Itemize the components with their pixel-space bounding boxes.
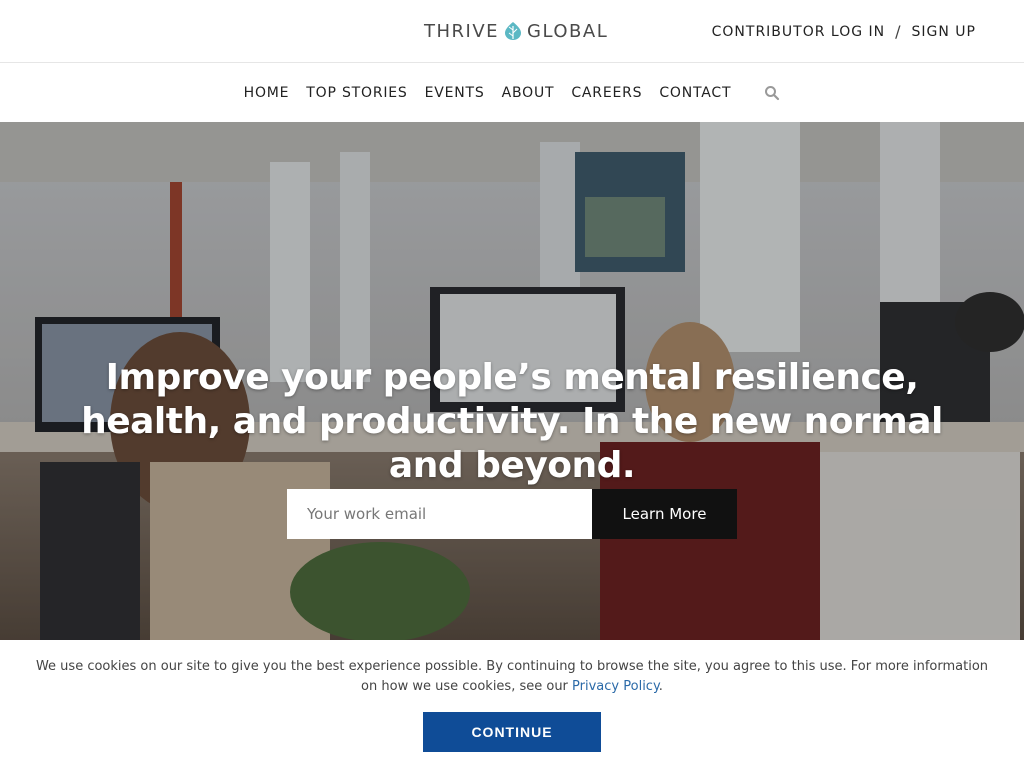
- logo-text-left: THRIVE: [424, 20, 500, 42]
- cookie-message: We use cookies on our site to give you t…: [30, 657, 994, 697]
- cookie-banner: We use cookies on our site to give you t…: [0, 640, 1024, 768]
- nav-item-events[interactable]: EVENTS: [425, 85, 485, 101]
- hero-headline: Improve your people’s mental resilience,…: [81, 357, 943, 486]
- nav-item-top-stories[interactable]: TOP STORIES: [306, 85, 407, 101]
- hero-section: Improve your people’s mental resilience,…: [0, 122, 1024, 640]
- logo-mark-icon: [505, 22, 522, 40]
- learn-more-button[interactable]: Learn More: [592, 489, 737, 539]
- cookie-text-end: .: [658, 679, 663, 694]
- nav-item-home[interactable]: HOME: [244, 85, 290, 101]
- search-icon[interactable]: [764, 85, 780, 101]
- nav-item-careers[interactable]: CAREERS: [571, 85, 642, 101]
- work-email-input[interactable]: [287, 489, 592, 539]
- contributor-login-link[interactable]: CONTRIBUTOR LOG IN: [712, 24, 886, 40]
- sign-up-link[interactable]: SIGN UP: [912, 24, 976, 40]
- continue-button[interactable]: CONTINUE: [423, 712, 601, 752]
- cookie-text: We use cookies on our site to give you t…: [35, 659, 989, 694]
- main-nav: HOME TOP STORIES EVENTS ABOUT CAREERS CO…: [0, 64, 1024, 122]
- top-bar: THRIVE GLOBAL CONTRIBUTOR LOG IN / SIGN …: [0, 0, 1024, 63]
- nav-item-contact[interactable]: CONTACT: [659, 85, 731, 101]
- thrive-global-logo[interactable]: THRIVE GLOBAL: [424, 19, 608, 43]
- email-signup-form: Learn More: [287, 489, 737, 539]
- nav-item-about[interactable]: ABOUT: [502, 85, 555, 101]
- auth-links: CONTRIBUTOR LOG IN / SIGN UP: [712, 22, 976, 41]
- privacy-policy-link[interactable]: Privacy Policy: [572, 679, 659, 694]
- logo-text-right: GLOBAL: [527, 20, 609, 42]
- auth-separator: /: [895, 22, 902, 41]
